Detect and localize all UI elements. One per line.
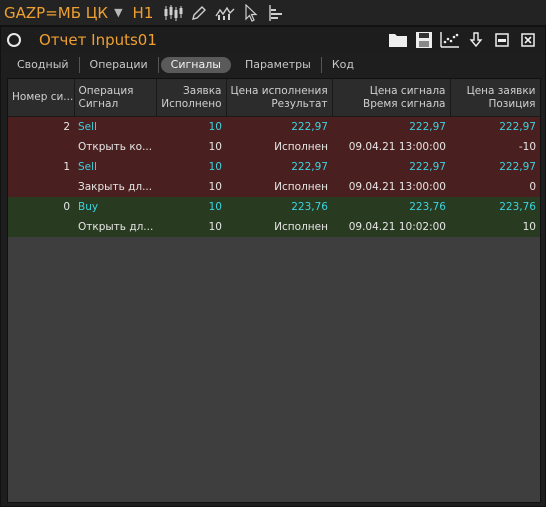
position-cell: 0 <box>529 181 536 193</box>
order-price-cell: 223,76 <box>499 201 536 213</box>
indicator-icon[interactable] <box>213 2 237 24</box>
exec-price-cell: 223,76 <box>291 201 328 213</box>
order-price-cell: 222,97 <box>499 121 536 133</box>
column-header-signal-price[interactable]: Цена сигнала Время сигнала <box>332 79 451 117</box>
exec-price-cell: 222,97 <box>291 121 328 133</box>
download-arrow-icon[interactable] <box>463 28 489 52</box>
window-status-icon <box>7 33 21 47</box>
exec-price-cell: 222,97 <box>291 161 328 173</box>
report-tabs: Сводный Операции Сигналы Параметры Код <box>7 55 364 75</box>
order-cell: 10 <box>208 121 222 133</box>
minimize-icon[interactable] <box>489 28 515 52</box>
result-cell: Исполнен <box>274 221 328 233</box>
position-cell: 10 <box>522 221 536 233</box>
pencil-icon[interactable] <box>187 2 211 24</box>
column-header-operation[interactable]: Операция Сигнал <box>74 79 157 117</box>
signal-number-cell <box>8 137 74 157</box>
close-icon[interactable] <box>515 28 541 52</box>
table-row[interactable]: 0 Buy 10 223,76 223,76 223,76 <box>8 197 540 217</box>
instrument-symbol[interactable]: GAZP=МБ ЦК <box>4 4 108 22</box>
table-row[interactable]: Закрыть дл... 10 Исполнен 09.04.21 13:00… <box>8 177 540 197</box>
table-row[interactable]: Открыть ко... 10 Исполнен 09.04.21 13:00… <box>8 137 540 157</box>
signal-number-cell <box>8 177 74 197</box>
chevron-down-icon[interactable]: ▼ <box>114 6 122 19</box>
window-actions <box>385 27 541 53</box>
tab-summary[interactable]: Сводный <box>7 57 80 73</box>
window-title-bar[interactable]: Отчет Inputs01 <box>1 27 545 53</box>
position-cell: -10 <box>518 141 536 153</box>
tab-parameters[interactable]: Параметры <box>235 57 322 73</box>
signal-cell: Закрыть дл... <box>78 181 153 193</box>
window-title: Отчет Inputs01 <box>39 31 157 49</box>
table-row[interactable]: 1 Sell 10 222,97 222,97 222,97 <box>8 157 540 177</box>
chart-settings-icon[interactable] <box>437 28 463 52</box>
order-cell: 10 <box>208 161 222 173</box>
signal-time-cell: 09.04.21 13:00:00 <box>348 181 446 193</box>
table-row[interactable]: 2 Sell 10 222,97 222,97 222,97 <box>8 116 540 137</box>
order-cell: 10 <box>208 201 222 213</box>
signal-price-cell: 222,97 <box>409 121 446 133</box>
column-header-signal-number[interactable]: Номер си... <box>8 79 75 117</box>
cursor-icon[interactable] <box>239 2 263 24</box>
tab-code[interactable]: Код <box>322 57 364 73</box>
report-window: Отчет Inputs01 Сводный Операции Сигналы … <box>0 26 546 507</box>
signal-number-cell: 1 <box>63 161 70 173</box>
signal-cell: Открыть дл... <box>78 221 154 233</box>
folder-icon[interactable] <box>385 28 411 52</box>
executed-cell: 10 <box>208 221 222 233</box>
timeframe-selector[interactable]: H1 <box>133 4 154 22</box>
column-header-order[interactable]: Заявка Исполнено <box>156 79 227 117</box>
result-cell: Исполнен <box>274 181 328 193</box>
signal-cell: Открыть ко... <box>78 141 153 153</box>
column-header-exec-price[interactable]: Цена исполнения Результат <box>226 79 333 117</box>
signal-time-cell: 09.04.21 13:00:00 <box>348 141 446 153</box>
signal-price-cell: 222,97 <box>409 161 446 173</box>
signal-time-cell: 09.04.21 10:02:00 <box>348 221 446 233</box>
operation-cell: Sell <box>78 121 97 133</box>
signal-number-cell: 2 <box>63 121 70 133</box>
candles-icon[interactable] <box>161 2 185 24</box>
signal-price-cell: 223,76 <box>409 201 446 213</box>
operation-cell: Buy <box>78 201 99 213</box>
signals-table[interactable]: Номер си... Операция Сигнал Заявка Исполне… <box>7 78 541 503</box>
result-cell: Исполнен <box>274 141 328 153</box>
table-row[interactable]: Открыть дл... 10 Исполнен 09.04.21 10:02… <box>8 217 540 237</box>
depth-icon[interactable] <box>265 2 289 24</box>
signal-number-cell: 0 <box>63 201 70 213</box>
instrument-toolbar: GAZP=МБ ЦК ▼ H1 <box>0 0 546 26</box>
executed-cell: 10 <box>208 181 222 193</box>
signal-number-cell <box>8 217 74 237</box>
tab-operations[interactable]: Операции <box>80 57 159 73</box>
operation-cell: Sell <box>78 161 97 173</box>
table-header: Номер си... Операция Сигнал Заявка Исполне… <box>8 79 540 117</box>
save-icon[interactable] <box>411 28 437 52</box>
column-header-order-price[interactable]: Цена заявки Позиция <box>450 79 540 117</box>
executed-cell: 10 <box>208 141 222 153</box>
order-price-cell: 222,97 <box>499 161 536 173</box>
tab-signals[interactable]: Сигналы <box>160 57 231 73</box>
